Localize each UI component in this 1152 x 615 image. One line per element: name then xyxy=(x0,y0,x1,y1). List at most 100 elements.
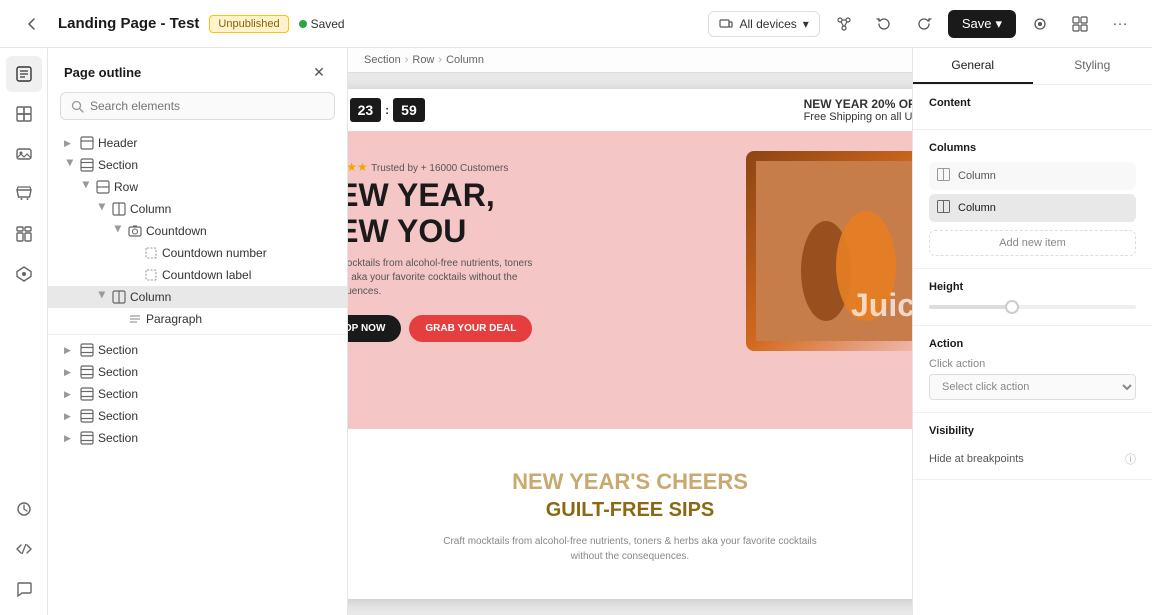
outline-search xyxy=(48,92,347,128)
outline-title: Page outline xyxy=(64,65,141,80)
column-1-label: Column xyxy=(130,202,171,216)
tree-item-section-3[interactable]: ▶ Section xyxy=(48,361,347,383)
save-button[interactable]: Save ▾ xyxy=(948,10,1016,38)
undo-button[interactable] xyxy=(868,8,900,40)
column-item-1[interactable]: Column xyxy=(929,162,1136,190)
section-4-label: Section xyxy=(98,387,138,401)
countdown-icon xyxy=(128,224,142,238)
saved-badge: Saved xyxy=(299,17,345,31)
hero-image: Juic xyxy=(746,151,912,351)
countdown-bar: 00 : 23 : 59 NEW YEAR 20% OFF Free Shipp… xyxy=(348,89,912,131)
add-item-button[interactable]: Add new item xyxy=(929,230,1136,256)
hero-content: ★★★★★ Trusted by + 16000 Customers NEW Y… xyxy=(348,131,912,371)
tree-item-countdown-number[interactable]: ▶ Countdown number xyxy=(48,242,347,264)
section-icon-6 xyxy=(80,431,94,445)
countdown-mins: 23 xyxy=(350,98,382,122)
section-5-label: Section xyxy=(98,409,138,423)
countdown-timer: 00 : 23 : 59 xyxy=(348,98,425,122)
breadcrumb-section: Section xyxy=(364,54,401,66)
section-icon-4 xyxy=(80,387,94,401)
section-1-label: Section xyxy=(98,158,138,172)
topbar-left: Landing Page - Test Unpublished Saved xyxy=(16,8,696,40)
pages-icon-button[interactable] xyxy=(6,56,42,92)
countdown-label: Countdown xyxy=(146,224,207,238)
hero-sub: Craft mocktails from alcohol-free nutrie… xyxy=(348,257,534,299)
chevron-down-icon-4: ▶ xyxy=(113,225,124,237)
panel-section-content: Content xyxy=(913,85,1152,130)
outline-header: Page outline ✕ xyxy=(48,48,347,92)
height-slider xyxy=(929,301,1136,313)
tree-item-countdown[interactable]: ▶ Countdown xyxy=(48,220,347,242)
main-area: Page outline ✕ ▶ Header ▶ Section xyxy=(0,48,1152,615)
countdown-secs: 59 xyxy=(393,98,425,122)
section-3-label: Section xyxy=(98,365,138,379)
tree-item-countdown-label[interactable]: ▶ Countdown label xyxy=(48,264,347,286)
row-icon xyxy=(96,180,110,194)
outline-panel: Page outline ✕ ▶ Header ▶ Section xyxy=(48,48,348,615)
topbar-right: All devices ▾ Save ▾ ··· xyxy=(708,8,1136,40)
visibility-row: Visibility xyxy=(929,425,1136,445)
section-icon xyxy=(80,158,94,172)
tree-item-section-4[interactable]: ▶ Section xyxy=(48,383,347,405)
row-label: Row xyxy=(114,180,138,194)
back-button[interactable] xyxy=(16,8,48,40)
info-icon: ⓘ xyxy=(1125,451,1136,467)
panel-section-action: Action Click action Select click action xyxy=(913,326,1152,413)
column-item-2-label: Column xyxy=(958,202,996,214)
column-2-label: Column xyxy=(130,290,171,304)
paragraph-label: Paragraph xyxy=(146,312,202,326)
chevron-down-icon-2: ▶ xyxy=(81,181,92,193)
addons-icon-button[interactable] xyxy=(6,256,42,292)
redo-button[interactable] xyxy=(908,8,940,40)
shop-now-button[interactable]: SHOP NOW xyxy=(348,315,401,342)
paragraph-icon xyxy=(128,312,142,326)
close-outline-button[interactable]: ✕ xyxy=(307,60,331,84)
panel-section-visibility: Visibility Hide at breakpoints ⓘ xyxy=(913,413,1152,480)
tree-item-header[interactable]: ▶ Header xyxy=(48,132,347,154)
chevron-icon: ▶ xyxy=(64,138,76,149)
tree-item-column-2[interactable]: ▶ Column xyxy=(48,286,347,308)
tree-item-column-1[interactable]: ▶ Column xyxy=(48,198,347,220)
section-icon-2 xyxy=(80,343,94,357)
tree-item-row[interactable]: ▶ Row xyxy=(48,176,347,198)
store-icon-button[interactable] xyxy=(6,176,42,212)
search-input[interactable] xyxy=(90,99,324,113)
section-6-label: Section xyxy=(98,431,138,445)
tree-item-paragraph[interactable]: ▶ Paragraph xyxy=(48,308,347,330)
topbar: Landing Page - Test Unpublished Saved Al… xyxy=(0,0,1152,48)
more-button[interactable]: ··· xyxy=(1104,8,1136,40)
chat-icon-button[interactable] xyxy=(6,571,42,607)
code-icon-button[interactable] xyxy=(6,531,42,567)
stars: ★★★★★ Trusted by + 16000 Customers xyxy=(348,160,730,174)
grab-deal-button[interactable]: GRAB YOUR DEAL xyxy=(409,315,532,342)
action-title: Action xyxy=(929,338,1136,350)
tab-general[interactable]: General xyxy=(913,48,1033,84)
devices-button[interactable]: All devices ▾ xyxy=(708,11,819,37)
layout-button[interactable] xyxy=(1064,8,1096,40)
tab-styling[interactable]: Styling xyxy=(1033,48,1152,84)
columns-title: Columns xyxy=(929,142,1136,154)
second-section: NEW YEAR'S CHEERS GUILT-FREE SIPS Craft … xyxy=(348,429,912,599)
click-action-label: Click action xyxy=(929,358,1136,370)
tree-item-section-5[interactable]: ▶ Section xyxy=(48,405,347,427)
tree-item-section-2[interactable]: ▶ Section xyxy=(48,339,347,361)
page-title: Landing Page - Test xyxy=(58,15,199,32)
chevron-down-icon: ▶ xyxy=(65,159,76,171)
widgets-icon-button[interactable] xyxy=(6,216,42,252)
trusted-text: Trusted by + 16000 Customers xyxy=(371,163,508,174)
click-action-select[interactable]: Select click action xyxy=(929,374,1136,400)
elements-icon-button[interactable] xyxy=(6,96,42,132)
column-icon-prop xyxy=(937,168,950,184)
history-icon-button[interactable] xyxy=(6,491,42,527)
tree-item-section-6[interactable]: ▶ Section xyxy=(48,427,347,449)
breadcrumb-row: Row xyxy=(412,54,434,66)
svg-text:Juic: Juic xyxy=(851,287,912,323)
connect-button[interactable] xyxy=(828,8,860,40)
media-icon-button[interactable] xyxy=(6,136,42,172)
column-item-2[interactable]: Column xyxy=(929,194,1136,222)
tree-item-section-1[interactable]: ▶ Section xyxy=(48,154,347,176)
element-icon xyxy=(144,246,158,260)
breadcrumb: Section › Row › Column xyxy=(348,48,912,73)
preview-button[interactable] xyxy=(1024,8,1056,40)
slider-thumb[interactable] xyxy=(1005,300,1019,314)
